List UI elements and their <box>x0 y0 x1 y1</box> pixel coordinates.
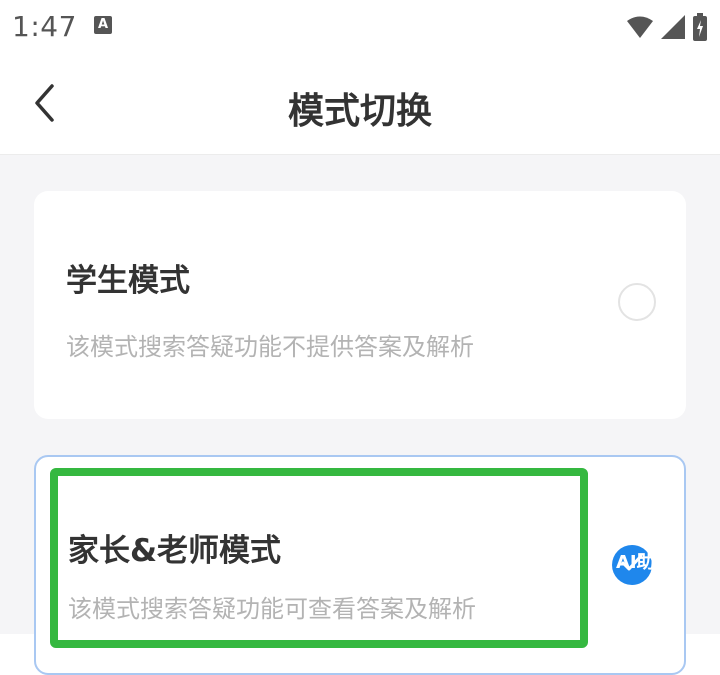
app-header: 模式切换 <box>0 56 720 155</box>
page-title: 模式切换 <box>287 91 432 132</box>
mode-card-parent-teacher[interactable]: 家长&老师模式 该模式搜索答疑功能可查看答案及解析 <box>34 455 686 675</box>
status-bar: 1:47 A <box>0 0 720 56</box>
mode-card-student[interactable]: 学生模式 该模式搜索答疑功能不提供答案及解析 <box>34 191 686 419</box>
mode-title: 家长&老师模式 <box>68 533 282 569</box>
mode-description: 该模式搜索答疑功能不提供答案及解析 <box>66 333 474 361</box>
mode-list: 学生模式 该模式搜索答疑功能不提供答案及解析 家长&老师模式 该模式搜索答疑功能… <box>0 155 720 675</box>
status-time: 1:47 <box>12 10 77 43</box>
radio-unselected[interactable] <box>618 283 656 321</box>
status-icons <box>626 12 708 42</box>
mode-description: 该模式搜索答疑功能可查看答案及解析 <box>68 595 476 623</box>
wifi-icon <box>626 15 654 39</box>
mode-title: 学生模式 <box>66 263 190 299</box>
cell-signal-icon <box>660 14 686 40</box>
checkmark-icon <box>621 554 643 576</box>
radio-selected[interactable] <box>612 545 652 585</box>
battery-charging-icon <box>692 13 708 41</box>
a-badge-icon: A <box>94 16 112 34</box>
